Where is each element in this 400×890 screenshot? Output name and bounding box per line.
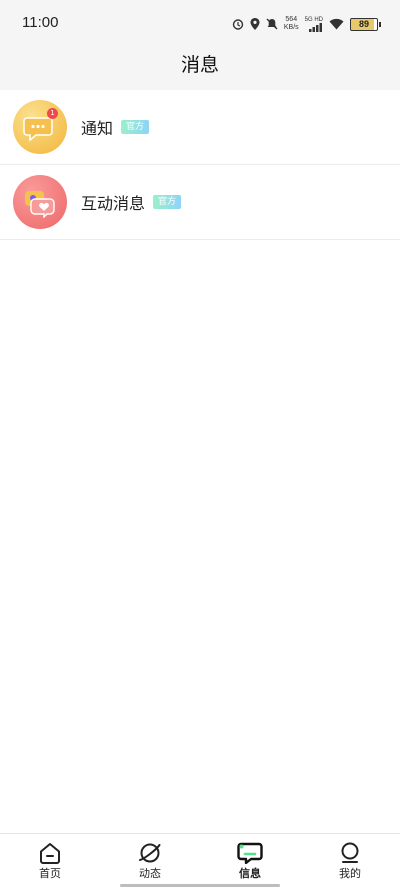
profile-icon (341, 842, 359, 863)
home-icon (40, 843, 60, 864)
page-header: 消息 (0, 48, 400, 90)
mute-icon (266, 18, 278, 30)
notification-avatar: 1 (13, 100, 67, 154)
list-item-interaction[interactable]: 互动消息 官方 (0, 165, 400, 240)
planet-icon (139, 843, 161, 863)
tab-home[interactable]: 首页 (0, 834, 100, 890)
list-item-notification[interactable]: 1 通知 官方 (0, 90, 400, 165)
official-badge: 官方 (121, 120, 150, 134)
chat-icon (237, 842, 263, 864)
interaction-avatar (13, 175, 67, 229)
page-title: 消息 (180, 54, 219, 76)
net-speed: 564 KB/s (284, 16, 299, 32)
cellular-signal: 5G HD (305, 17, 323, 32)
home-indicator[interactable] (120, 884, 280, 887)
net-speed-unit: KB/s (283, 24, 299, 31)
alarm-icon (232, 19, 244, 30)
tab-messages[interactable]: 信息 (200, 834, 300, 890)
heart-chat-icon (25, 191, 55, 218)
status-icons: 564 KB/s 5G HD 89 (232, 14, 381, 34)
message-list: 1 通知 官方 互动消息 官方 (0, 90, 400, 240)
wifi-icon (329, 18, 344, 30)
unread-count-badge: 1 (47, 108, 58, 119)
status-time: 11:00 (22, 14, 59, 31)
battery-indicator: 89 (350, 17, 381, 31)
tab-feed[interactable]: 动态 (100, 834, 200, 890)
tab-label: 我的 (339, 867, 361, 880)
status-bar: 11:00 564 KB/s 5G HD 89 (0, 0, 400, 48)
tab-label: 动态 (139, 867, 161, 880)
bottom-tab-bar: 首页 动态 信息 我的 (0, 833, 400, 890)
tab-label: 信息 (239, 867, 261, 880)
signal-icon (309, 22, 322, 32)
list-item-label: 通知 (81, 119, 114, 138)
tab-profile[interactable]: 我的 (300, 834, 400, 890)
official-badge: 官方 (153, 195, 182, 209)
net-speed-value: 564 (285, 16, 298, 23)
list-item-label: 互动消息 (81, 194, 146, 213)
tab-label: 首页 (39, 867, 61, 880)
location-icon (250, 18, 260, 30)
